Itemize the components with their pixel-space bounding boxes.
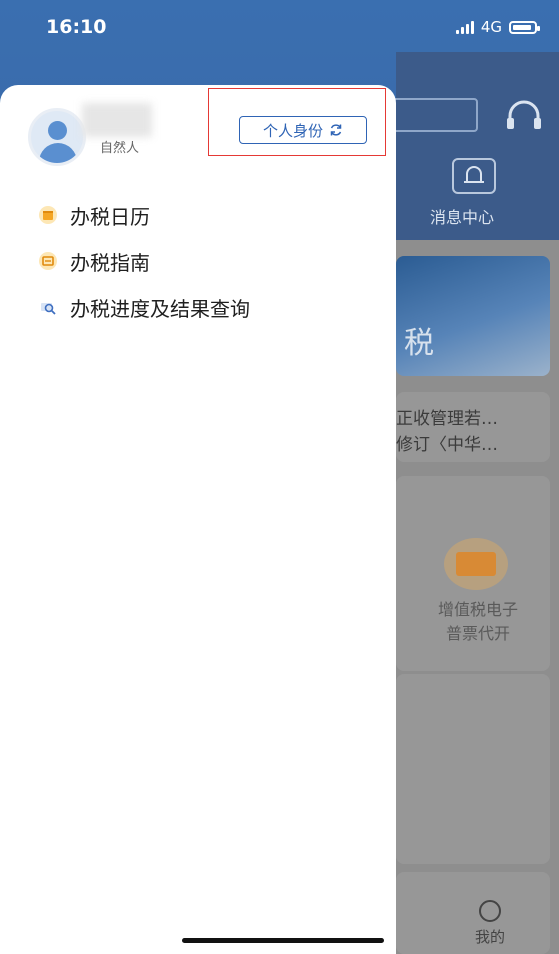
status-time: 16:10	[46, 16, 107, 38]
menu-item-guide[interactable]: 办税指南	[38, 238, 250, 284]
bell-icon	[452, 158, 496, 194]
drawer-menu: 办税日历 办税指南 办税进度及结果查询	[38, 192, 250, 330]
avatar-head-shape	[48, 121, 67, 140]
progress-query-icon	[38, 297, 58, 317]
battery-icon	[509, 20, 540, 34]
background-news-card: 正收管理若… 修订〈中华…	[396, 392, 550, 462]
banner-text: 税	[404, 326, 434, 361]
refresh-icon	[330, 124, 342, 136]
service-label: 普票代开	[445, 624, 510, 643]
user-icon	[479, 900, 501, 922]
user-type-label: 自然人	[100, 141, 140, 156]
menu-item-calendar[interactable]: 办税日历	[38, 192, 250, 238]
network-type: 4G	[480, 18, 502, 36]
news-line: 正收管理若…	[396, 409, 498, 429]
switch-identity-button[interactable]: 个人身份	[239, 116, 367, 144]
blurred-username	[82, 103, 152, 137]
side-drawer: 自然人 个人身份 办税日历 办税指南 办税进度及结果查询	[0, 85, 396, 954]
menu-item-progress-query[interactable]: 办税进度及结果查询	[38, 284, 250, 330]
invoice-icon	[444, 538, 508, 590]
tab-mine: 我的	[460, 900, 520, 947]
menu-item-label: 办税进度及结果查询	[70, 296, 250, 321]
switch-identity-label: 个人身份	[262, 121, 323, 140]
calendar-icon	[38, 205, 58, 225]
menu-item-label: 办税指南	[70, 250, 150, 275]
service-label: 增值税电子	[437, 600, 518, 619]
background-home-page: 消息中心 税 正收管理若… 修订〈中华… 增值税电子 普票代开 我的	[386, 52, 559, 954]
avatar[interactable]	[28, 108, 86, 166]
background-search-box	[386, 98, 478, 132]
signal-icon	[455, 20, 474, 34]
message-center-label: 消息中心	[430, 208, 495, 227]
home-indicator	[182, 938, 384, 943]
news-line: 修订〈中华…	[396, 435, 498, 455]
guide-icon	[38, 251, 58, 271]
avatar-body-shape	[39, 143, 77, 163]
headset-icon	[507, 100, 541, 129]
background-card	[396, 674, 550, 864]
background-banner: 税	[396, 256, 550, 376]
menu-item-label: 办税日历	[70, 204, 150, 229]
status-indicators: 4G	[455, 18, 540, 36]
tab-mine-label: 我的	[474, 928, 505, 946]
